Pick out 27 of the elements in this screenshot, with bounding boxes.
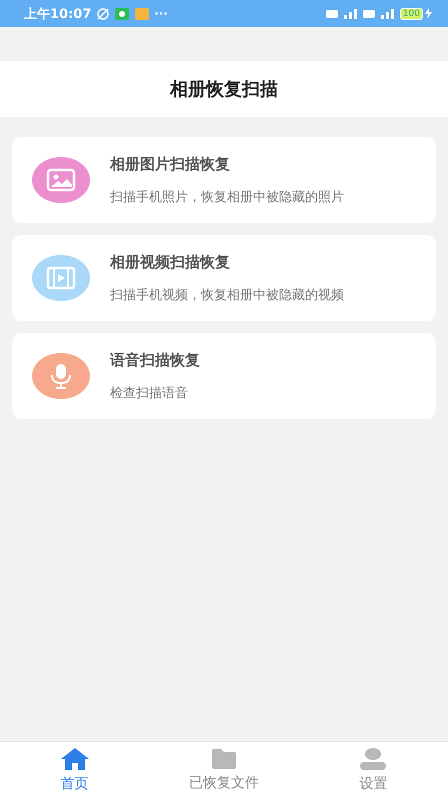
- more-icon: [155, 12, 168, 15]
- eye-app-icon: [115, 8, 130, 20]
- image-icon: [46, 168, 76, 192]
- nav-tab[interactable]: 设置: [298, 742, 448, 798]
- card-description: 扫描手机视频，恢复相册中被隐藏的视频: [110, 286, 344, 304]
- nav-tab[interactable]: 首页: [0, 742, 150, 798]
- status-time: 上午10:07: [24, 6, 92, 22]
- card-title: 语音扫描恢复: [110, 350, 200, 370]
- recovery-card[interactable]: 相册图片扫描恢复 扫描手机照片，恢复相册中被隐藏的照片: [12, 137, 436, 223]
- page-title: 相册恢复扫描: [170, 78, 278, 101]
- card-title: 相册视频扫描恢复: [110, 252, 231, 272]
- microphone-icon: [49, 363, 73, 389]
- recovery-card[interactable]: 相册视频扫描恢复 扫描手机视频，恢复相册中被隐藏的视频: [12, 235, 436, 321]
- battery-level: 100: [400, 8, 423, 20]
- charging-icon: [425, 8, 432, 19]
- home-icon: [60, 747, 90, 771]
- nav-tab[interactable]: 已恢复文件: [149, 742, 299, 798]
- sync-off-icon: [97, 8, 110, 20]
- person-icon: [358, 747, 388, 771]
- card-title: 相册图片扫描恢复: [110, 154, 231, 174]
- recovery-card[interactable]: 语音扫描恢复 检查扫描语音: [12, 333, 436, 419]
- signal-icon: [380, 8, 394, 18]
- signal-icon: [344, 8, 357, 18]
- card-description: 扫描手机照片，恢复相册中被隐藏的照片: [110, 188, 344, 206]
- folder-icon: [210, 748, 238, 770]
- card-description: 检查扫描语音: [110, 384, 189, 402]
- film-icon: [46, 266, 76, 290]
